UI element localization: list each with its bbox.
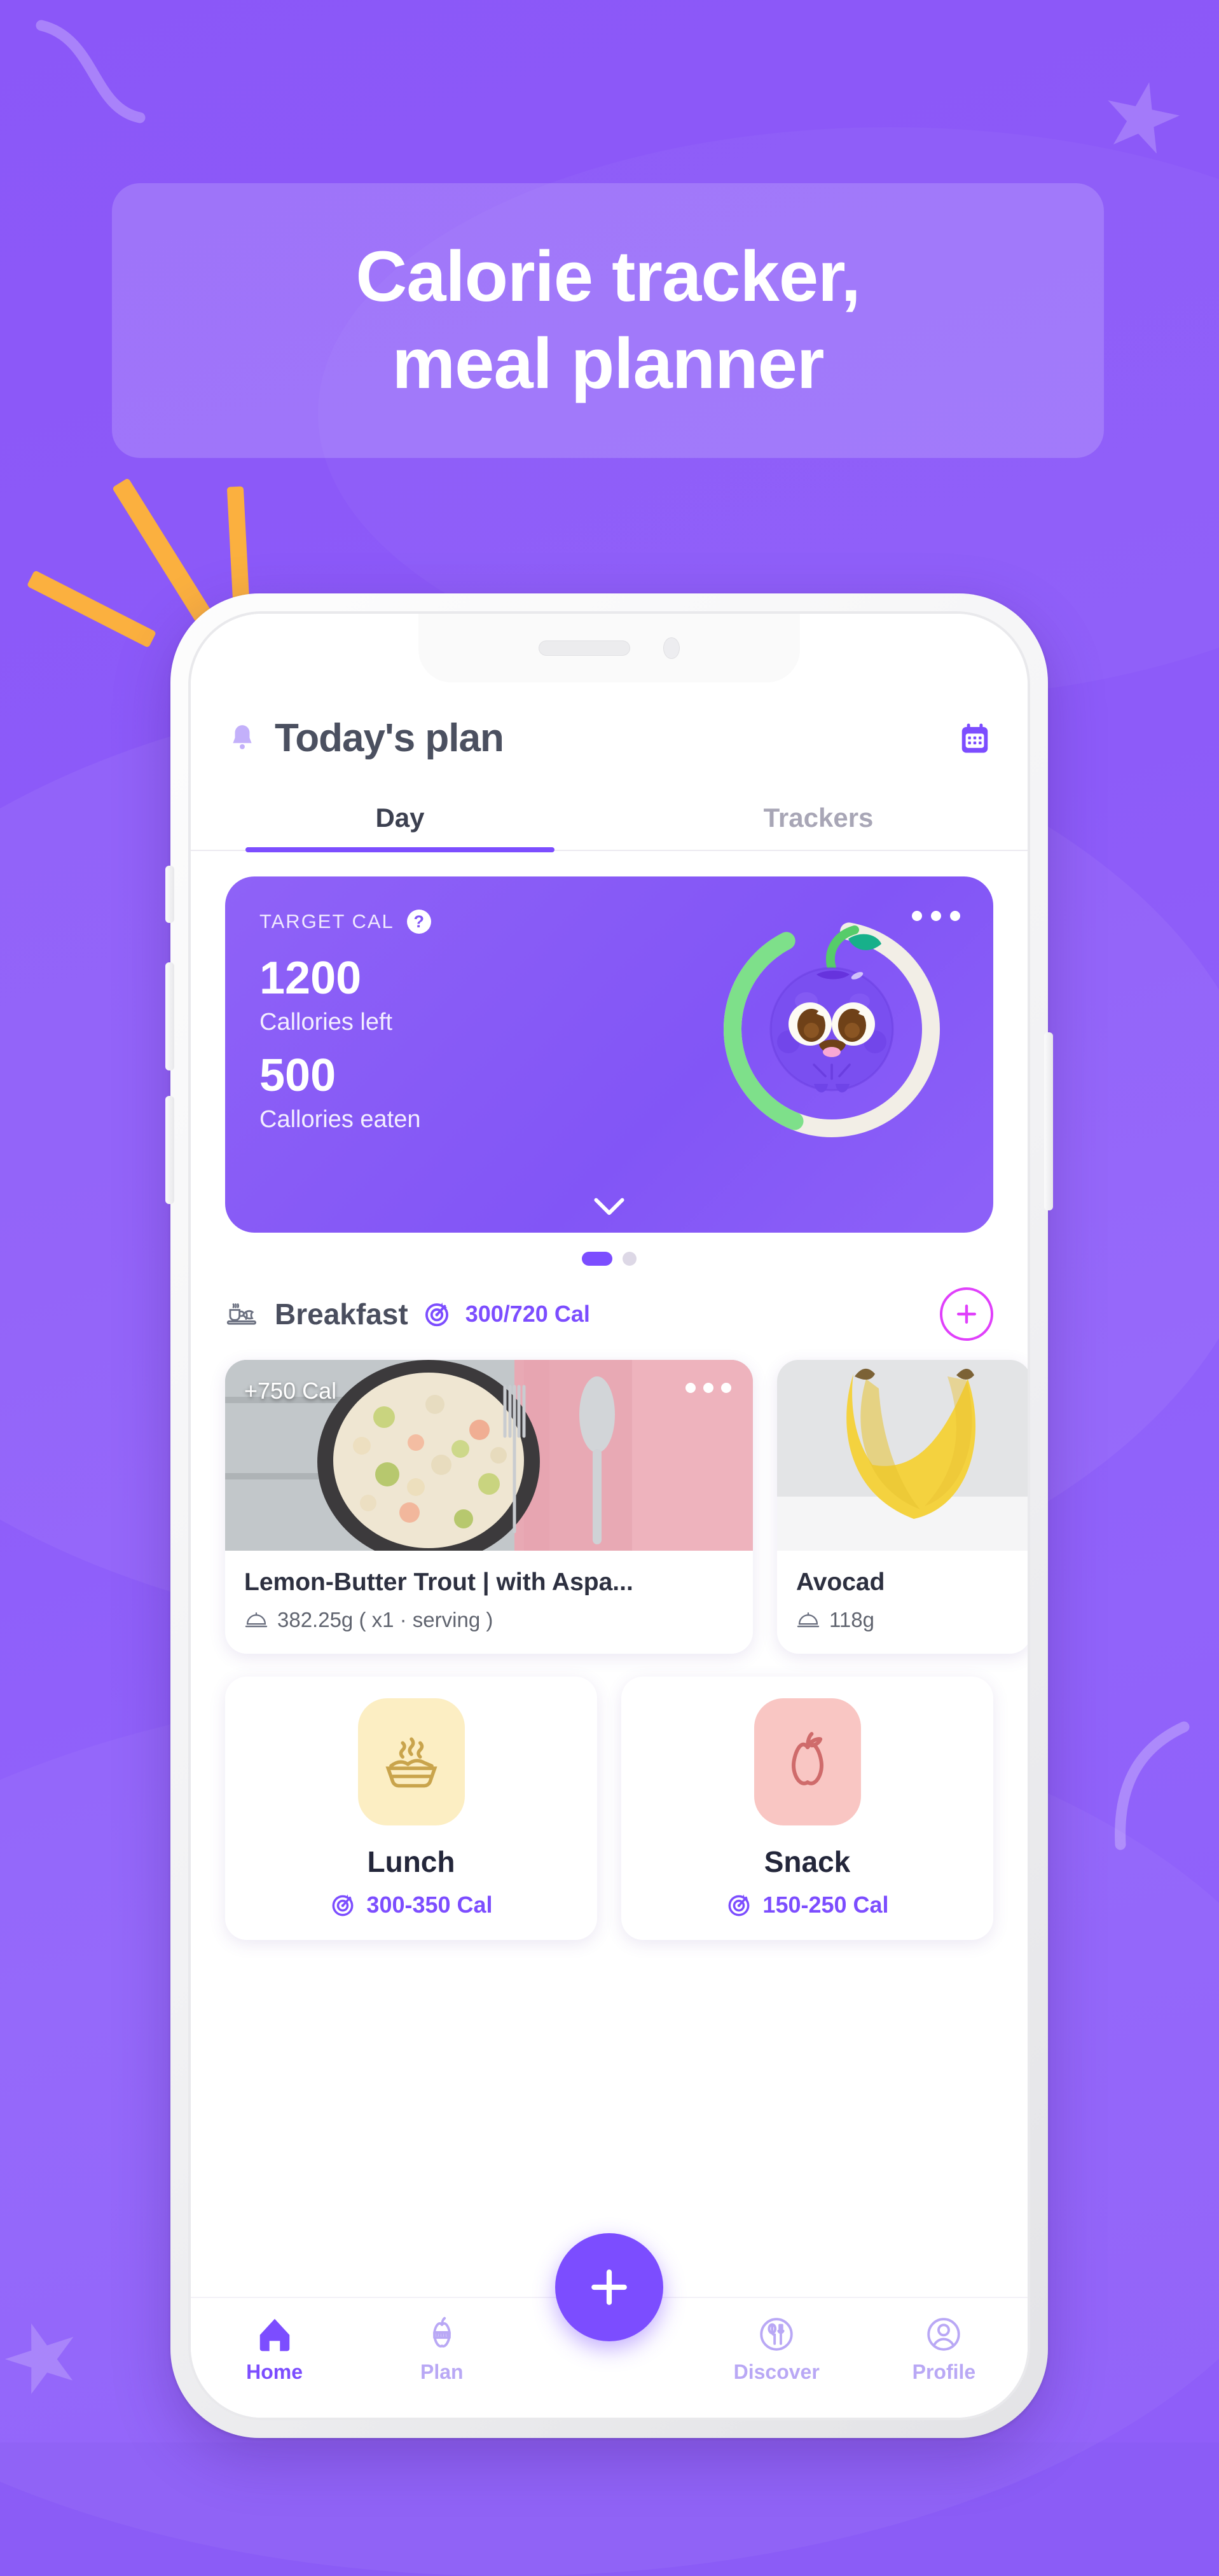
food-card-meta: Avocad 118g	[777, 1551, 1028, 1654]
target-icon	[332, 1894, 354, 1916]
food-card-menu-icon[interactable]	[685, 1383, 731, 1393]
nav-label-profile: Profile	[912, 2360, 976, 2383]
food-card[interactable]: +750 Cal Lemon-Butter Trout | with Aspa.…	[225, 1360, 753, 1654]
target-cal-label: TARGET CAL	[259, 910, 394, 932]
headline-banner: Calorie tracker, meal planner	[112, 183, 1104, 458]
food-serving-row: 382.25g ( x1 · serving )	[244, 1608, 734, 1632]
food-card[interactable]: Avocad 118g	[777, 1360, 1028, 1654]
meal-tile-snack[interactable]: Snack 150-250 Cal	[621, 1677, 993, 1940]
phone-notch	[418, 614, 800, 682]
bananas-photo	[777, 1360, 1028, 1551]
calorie-progress-ring	[705, 902, 959, 1169]
food-serving-text: 118g	[829, 1608, 874, 1631]
chevron-down-icon[interactable]	[591, 1197, 627, 1217]
nav-item-home[interactable]: Home	[191, 2315, 358, 2384]
meal-tile-name: Snack	[764, 1845, 851, 1878]
meal-tile-name: Lunch	[367, 1845, 455, 1878]
apple-measure-icon	[432, 2316, 451, 2348]
tab-trackers[interactable]: Trackers	[609, 803, 1028, 850]
app-screen: Today's plan Day Trackers TARGET CAL ? 1…	[191, 614, 1028, 2418]
meal-tile-lunch[interactable]: Lunch 300-350 Cal	[225, 1677, 597, 1940]
app-content: TARGET CAL ? 1200 Callories left 500 Cal…	[191, 851, 1028, 2418]
tab-bar: Day Trackers	[191, 803, 1028, 852]
risotto-bowl-photo: +750 Cal	[225, 1360, 753, 1551]
spark-ray-1	[112, 478, 212, 623]
nav-label-plan: Plan	[420, 2360, 464, 2383]
food-dome-icon	[797, 1612, 820, 1628]
food-name: Avocad	[796, 1568, 885, 1596]
bell-icon[interactable]	[226, 721, 258, 756]
lunch-icon-tile	[357, 1698, 465, 1825]
pagination-dot[interactable]	[623, 1252, 637, 1266]
nav-label-discover: Discover	[733, 2360, 820, 2383]
food-kcal-tag: +750 Cal	[244, 1378, 337, 1404]
earpiece-speaker	[539, 641, 630, 656]
nav-item-discover[interactable]: Discover	[693, 2315, 860, 2384]
page-title: Today's plan	[275, 716, 504, 760]
decorative-squiggle-right	[1047, 1717, 1213, 1883]
steaming-bowl-icon	[385, 1737, 437, 1788]
plus-icon	[591, 2269, 627, 2305]
phone-volume-down-button[interactable]	[165, 1096, 174, 1204]
breakfast-label: Breakfast	[275, 1298, 408, 1331]
nav-item-plan[interactable]: Plan	[358, 2315, 525, 2384]
fork-spoon-icon	[760, 2318, 793, 2351]
plus-icon	[956, 1304, 977, 1324]
headline-text: Calorie tracker, meal planner	[355, 237, 860, 403]
phone-mute-switch[interactable]	[165, 866, 174, 923]
nav-item-profile[interactable]: Profile	[860, 2315, 1028, 2384]
berry-mascot-icon	[769, 925, 894, 1093]
meal-tile-calories-row: 300-350 Cal	[329, 1892, 493, 1918]
phone-mockup: Today's plan Day Trackers TARGET CAL ? 1…	[165, 593, 1053, 2438]
breakfast-section-header: Breakfast 300/720 Cal	[225, 1287, 993, 1341]
food-name: Lemon-Butter Trout | with Aspa...	[244, 1568, 633, 1596]
tab-day[interactable]: Day	[191, 803, 609, 852]
add-breakfast-button[interactable]	[940, 1287, 993, 1341]
home-icon	[259, 2318, 289, 2351]
nav-label-home: Home	[246, 2360, 303, 2383]
food-serving-text: 382.25g ( x1 · serving )	[277, 1608, 493, 1631]
snack-icon-tile	[754, 1698, 861, 1825]
coffee-croissant-icon	[226, 1303, 256, 1325]
calendar-icon[interactable]	[958, 721, 992, 756]
meal-tile-list: Lunch 300-350 Cal Snack 150-250 Cal	[225, 1677, 993, 1940]
phone-volume-up-button[interactable]	[165, 962, 174, 1070]
add-entry-fab[interactable]	[555, 2233, 663, 2341]
meal-tile-calories: 150-250 Cal	[762, 1892, 889, 1918]
meal-tile-calories: 300-350 Cal	[366, 1892, 493, 1918]
carousel-pagination[interactable]	[225, 1252, 993, 1266]
target-icon	[728, 1894, 750, 1916]
decorative-squiggle-top-left	[19, 13, 210, 165]
food-dome-icon	[245, 1612, 268, 1628]
question-mark-icon[interactable]: ?	[406, 910, 431, 934]
breakfast-calories: 300/720 Cal	[465, 1301, 590, 1327]
person-icon	[927, 2318, 961, 2351]
phone-power-button[interactable]	[1044, 1032, 1053, 1210]
pagination-dot-active[interactable]	[582, 1252, 612, 1266]
apple-icon	[791, 1732, 823, 1785]
food-card-meta: Lemon-Butter Trout | with Aspa... 382.25…	[225, 1551, 753, 1654]
food-serving-row: 118g	[796, 1608, 1012, 1632]
phone-screen-frame: Today's plan Day Trackers TARGET CAL ? 1…	[188, 611, 1030, 2420]
food-card-list[interactable]: +750 Cal Lemon-Butter Trout | with Aspa.…	[225, 1360, 1028, 1654]
calorie-summary-card[interactable]: TARGET CAL ? 1200 Callories left 500 Cal…	[225, 876, 993, 1233]
front-camera	[663, 637, 680, 659]
target-icon	[425, 1302, 448, 1327]
meal-tile-calories-row: 150-250 Cal	[726, 1892, 889, 1918]
